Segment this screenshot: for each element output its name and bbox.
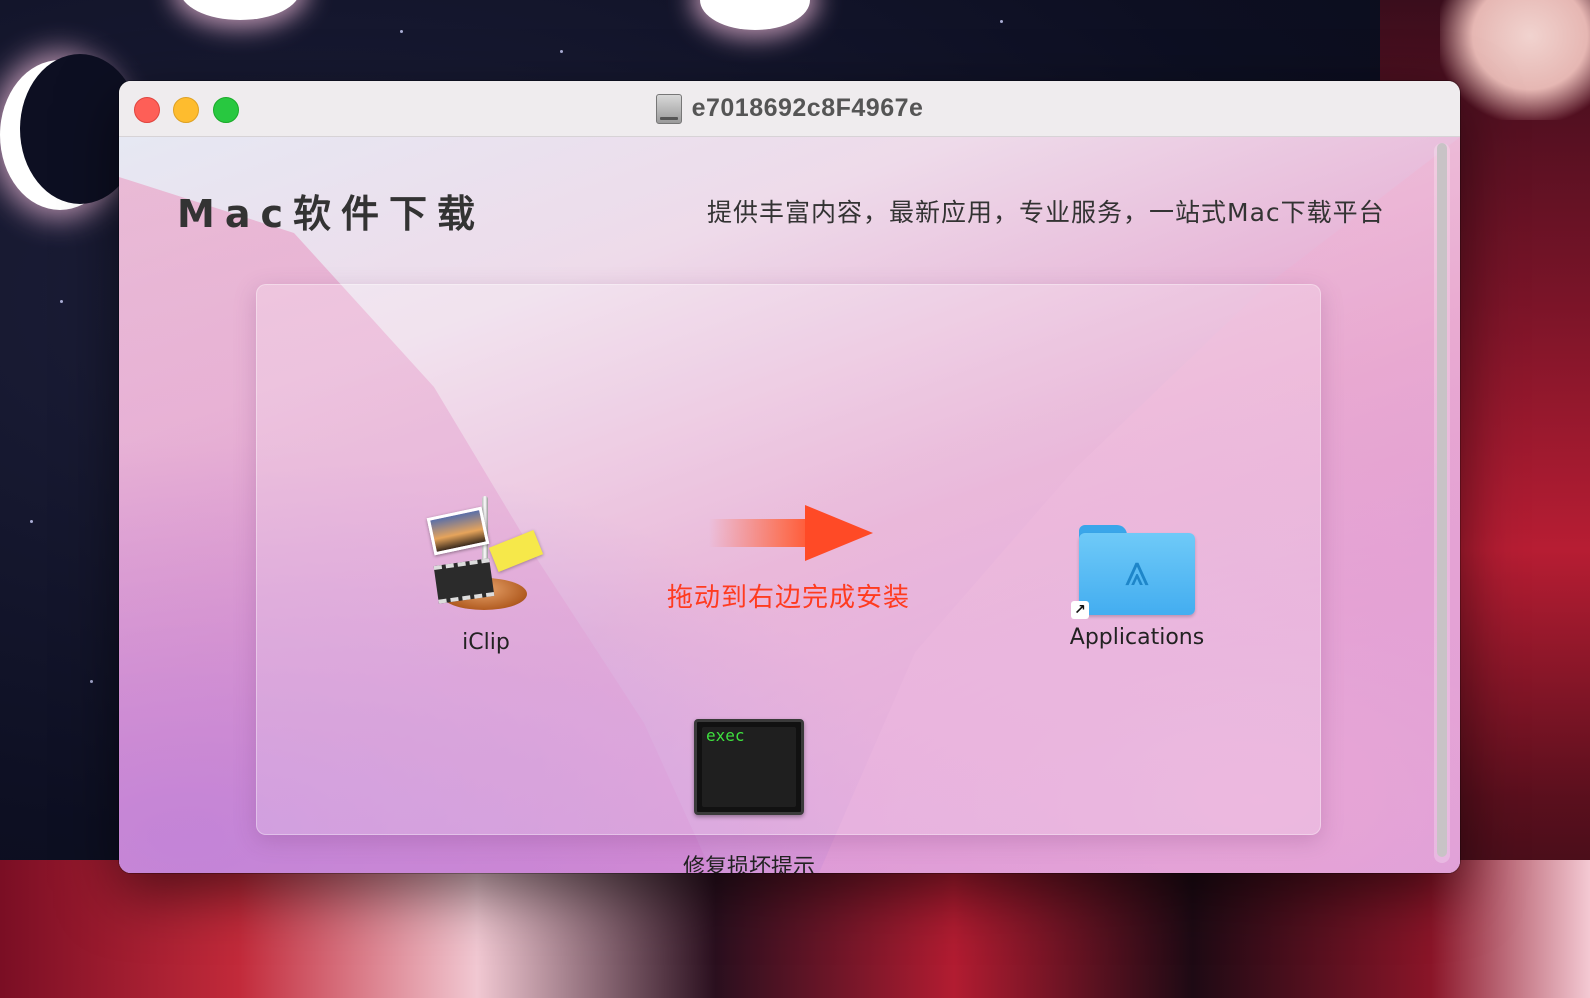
exec-terminal-icon[interactable]: exec [694,719,804,815]
dmg-installer-window: e7018692c8F4967e Mac软件下载 提供丰富内容，最新应用，专业服… [119,81,1460,873]
wallpaper-star [30,520,33,523]
right-arrow-icon [709,505,874,561]
wallpaper-moon [700,0,810,30]
brand-tagline: 提供丰富内容，最新应用，专业服务，一站式Mac下载平台 [707,198,1385,227]
wallpaper-bottom [0,860,1590,998]
disk-image-icon [655,93,682,124]
applications-folder-icon[interactable]: ⩓ ↗ [1071,517,1197,619]
install-instruction: 拖动到右边完成安装 [667,583,911,613]
wallpaper-star [1000,20,1003,23]
title-bar[interactable]: e7018692c8F4967e [119,81,1460,137]
brand-title: Mac软件下载 [177,192,485,236]
iclip-app-icon[interactable] [426,492,546,622]
repair-tool-label: 修复损坏提示 [682,855,815,873]
applications-folder-item[interactable]: ⩓ ↗ Applications [1047,517,1227,650]
app-store-glyph-icon: ⩓ [1124,545,1150,596]
iclip-icon-film [433,558,495,604]
app-item-iclip[interactable]: iClip [406,492,566,655]
alias-arrow-icon: ↗ [1071,601,1089,619]
wallpaper-star [400,30,403,33]
app-label: iClip [462,630,510,655]
title-area: e7018692c8F4967e [119,81,1460,136]
vertical-scrollbar[interactable] [1434,143,1450,863]
wallpaper-moon [180,0,300,20]
iclip-icon-photo [426,506,490,556]
exec-icon-text: exec [706,726,745,745]
iclip-icon-note [488,529,544,573]
wallpaper-star [60,300,63,303]
wallpaper-star [560,50,563,53]
window-title: e7018692c8F4967e [691,94,924,122]
arrow-tail [709,519,809,547]
installer-background: Mac软件下载 提供丰富内容，最新应用，专业服务，一站式Mac下载平台 iCli… [119,137,1460,873]
scrollbar-thumb[interactable] [1437,143,1447,857]
repair-tool-item[interactable]: exec 修复损坏提示 [649,719,849,873]
folder-label: Applications [1069,625,1205,650]
wallpaper-moon [0,54,140,210]
wallpaper-star [90,680,93,683]
arrow-head [805,505,873,561]
